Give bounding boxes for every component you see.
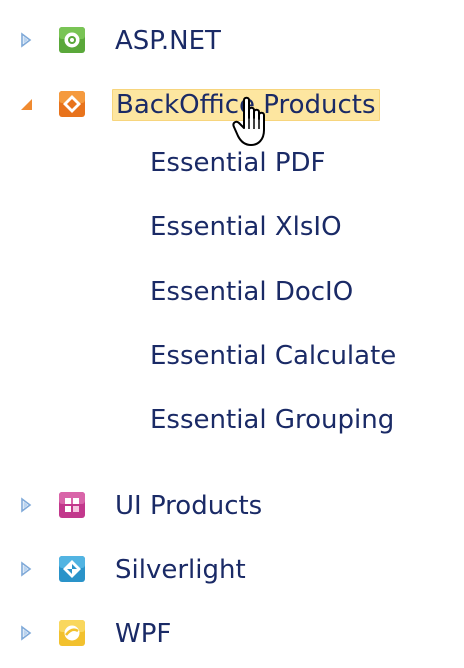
ui-products-icon	[59, 492, 85, 518]
expand-arrow-icon[interactable]	[18, 32, 34, 48]
collapse-arrow-icon[interactable]	[18, 96, 34, 112]
tree-node-label: ASP.NET	[115, 26, 221, 56]
wpf-icon	[59, 620, 85, 646]
tree-node-backoffice-products[interactable]: BackOffice Products	[0, 84, 464, 124]
backoffice-icon	[59, 91, 85, 117]
tree-node-silverlight[interactable]: Silverlight	[0, 549, 464, 589]
expand-arrow-icon[interactable]	[18, 561, 34, 577]
tree-node-ui-products[interactable]: UI Products	[0, 485, 464, 525]
expand-arrow-icon[interactable]	[18, 497, 34, 513]
silverlight-icon	[59, 556, 85, 582]
tree-node-label: WPF	[115, 619, 172, 649]
tree-child-essential-pdf[interactable]: Essential PDF	[150, 146, 326, 180]
aspnet-icon	[59, 27, 85, 53]
tree-node-label: Silverlight	[115, 555, 246, 585]
tree-child-essential-xlsio[interactable]: Essential XlsIO	[150, 210, 342, 244]
expand-arrow-icon[interactable]	[18, 625, 34, 641]
tree-node-label: UI Products	[115, 491, 263, 521]
tree-child-essential-grouping[interactable]: Essential Grouping	[150, 403, 394, 437]
tree-node-wpf[interactable]: WPF	[0, 613, 464, 653]
tree-node-label: BackOffice Products	[112, 89, 380, 121]
tree-child-essential-calculate[interactable]: Essential Calculate	[150, 339, 396, 373]
tree-node-aspnet[interactable]: ASP.NET	[0, 20, 464, 60]
tree-view: ASP.NET BackOffice Products Essential PD…	[0, 0, 464, 668]
tree-child-essential-docio[interactable]: Essential DocIO	[150, 275, 353, 309]
